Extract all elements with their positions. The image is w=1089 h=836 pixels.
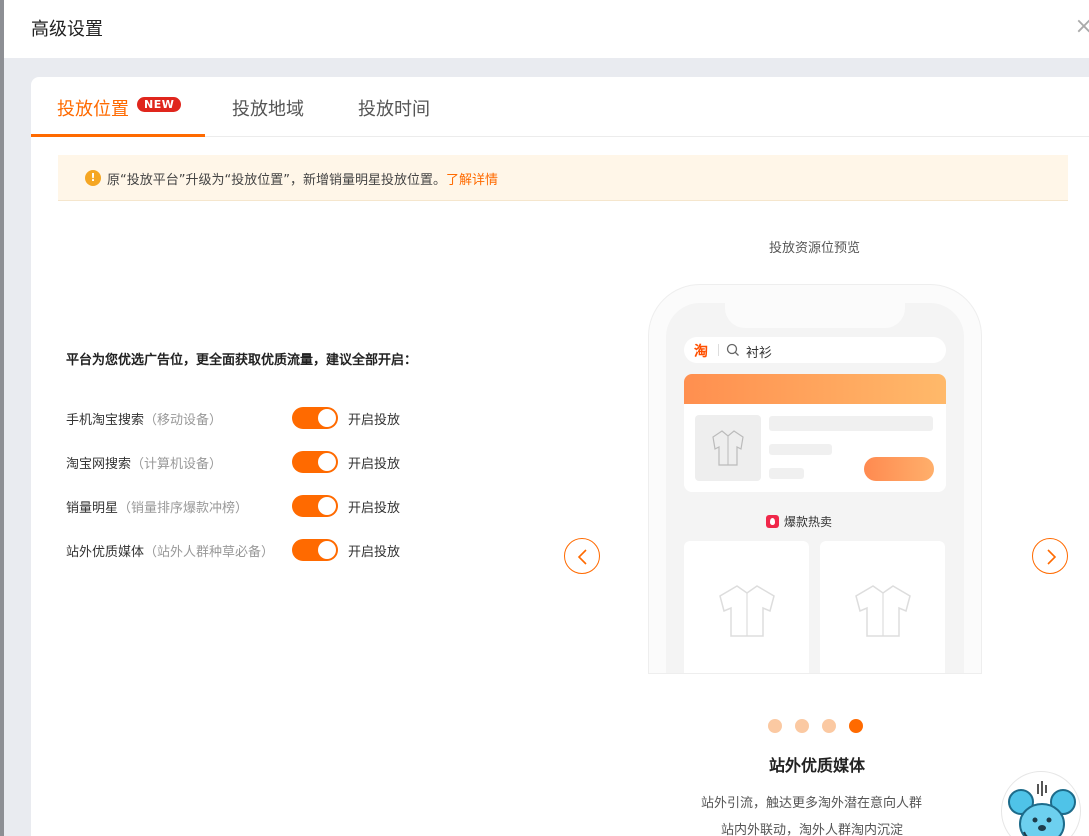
notice-text: 原“投放平台”升级为“投放位置”，新增销量明星投放位置。了解详情 [107, 169, 498, 188]
shirt-icon [712, 430, 744, 466]
notice-message: 原“投放平台”升级为“投放位置”，新增销量明星投放位置。 [107, 173, 446, 188]
setting-row-external-media: 站外优质媒体（站外人群种草必备） 开启投放 [66, 538, 426, 562]
placeholder-bar [769, 416, 933, 431]
hot-section-text: 爆款热卖 [784, 515, 833, 529]
learn-more-link[interactable]: 了解详情 [446, 173, 498, 188]
setting-label: 手机淘宝搜索（移动设备） [66, 409, 222, 428]
toggle-switch[interactable] [292, 495, 338, 517]
setting-label-sub: （计算机设备） [131, 457, 223, 472]
banner-gradient [684, 374, 946, 404]
product-banner [684, 374, 946, 492]
carousel-dot-active[interactable] [849, 719, 863, 733]
setting-row-sales-star: 销量明星（销量排序爆款冲榜） 开启投放 [66, 494, 426, 518]
search-divider [718, 344, 719, 356]
toggle-status: 开启投放 [348, 457, 401, 472]
modal-header: 高级设置 × [4, 0, 1089, 58]
toggle-status: 开启投放 [348, 413, 401, 428]
background-edge [0, 0, 4, 836]
phone-screen: 淘 衬衫 爆款热卖 [666, 303, 964, 673]
phone-search-bar: 淘 衬衫 [684, 337, 946, 363]
slide-title: 站外优质媒体 [769, 756, 866, 775]
prev-slide-button[interactable] [564, 538, 600, 574]
toggle-knob [318, 453, 336, 471]
toggle-status: 开启投放 [348, 501, 401, 516]
assistant-mascot-icon [1008, 781, 1076, 836]
settings-intro: 平台为您优选广告位，更全面获取优质流量，建议全部开启： [66, 353, 418, 368]
hot-section-label: 爆款热卖 [766, 513, 832, 530]
toggle-switch[interactable] [292, 451, 338, 473]
setting-label-sub: （站外人群种草必备） [144, 545, 275, 560]
setting-label-main: 手机淘宝搜索 [66, 413, 145, 428]
setting-row-mobile-search: 手机淘宝搜索（移动设备） 开启投放 [66, 406, 426, 430]
tab-placement[interactable]: 投放位置 [57, 95, 129, 121]
setting-label-main: 站外优质媒体 [66, 545, 145, 560]
active-tab-indicator [31, 134, 205, 137]
carousel-dot[interactable] [822, 719, 836, 733]
carousel-dots [768, 719, 868, 733]
tab-time[interactable]: 投放时间 [358, 95, 430, 121]
next-slide-button[interactable] [1032, 538, 1068, 574]
placeholder-bar [769, 468, 804, 479]
setting-label-main: 淘宝网搜索 [66, 457, 132, 472]
setting-label-sub: （销量排序爆款冲榜） [118, 501, 249, 516]
taobao-icon: 淘 [694, 344, 708, 360]
setting-label: 销量明星（销量排序爆款冲榜） [66, 497, 248, 516]
chevron-left-icon [577, 549, 587, 565]
product-thumbnail [695, 415, 761, 481]
toggle-switch[interactable] [292, 539, 338, 561]
tab-bar: 投放位置 NEW 投放地域 投放时间 [31, 77, 1089, 137]
new-badge: NEW [137, 97, 182, 112]
preview-title: 投放资源位预览 [769, 241, 861, 256]
toggle-status: 开启投放 [348, 545, 401, 560]
modal-title: 高级设置 [31, 19, 103, 40]
shirt-icon [719, 585, 775, 637]
setting-label: 站外优质媒体（站外人群种草必备） [66, 541, 274, 560]
phone-notch [725, 303, 905, 328]
warning-icon: ! [85, 170, 101, 186]
toggle-knob [318, 409, 336, 427]
product-card [820, 541, 945, 673]
close-icon[interactable]: × [1075, 14, 1089, 39]
carousel-dot[interactable] [768, 719, 782, 733]
search-icon [726, 343, 739, 356]
toggle-knob [318, 497, 336, 515]
search-query: 衬衫 [746, 346, 773, 361]
chevron-right-icon [1047, 549, 1057, 565]
toggle-switch[interactable] [292, 407, 338, 429]
setting-row-pc-search: 淘宝网搜索（计算机设备） 开启投放 [66, 450, 426, 474]
product-card [684, 541, 809, 673]
tab-region[interactable]: 投放地域 [232, 95, 304, 121]
slide-description: 站内外联动，淘外人群淘内沉淀 [721, 823, 904, 836]
toggle-knob [318, 541, 336, 559]
shirt-icon [855, 585, 911, 637]
settings-card: 投放位置 NEW 投放地域 投放时间 ! 原“投放平台”升级为“投放位置”，新增… [31, 77, 1089, 836]
slide-description: 站外引流，触达更多淘外潜在意向人群 [701, 796, 923, 811]
carousel-dot[interactable] [795, 719, 809, 733]
placeholder-bar [769, 444, 832, 455]
setting-label-sub: （移动设备） [144, 413, 223, 428]
setting-label: 淘宝网搜索（计算机设备） [66, 453, 222, 472]
setting-label-main: 销量明星 [66, 501, 119, 516]
notice-banner: ! 原“投放平台”升级为“投放位置”，新增销量明星投放位置。了解详情 [58, 155, 1068, 201]
hot-icon [766, 515, 779, 528]
placeholder-buy-button [864, 457, 934, 481]
phone-preview: 淘 衬衫 爆款热卖 [648, 284, 982, 674]
